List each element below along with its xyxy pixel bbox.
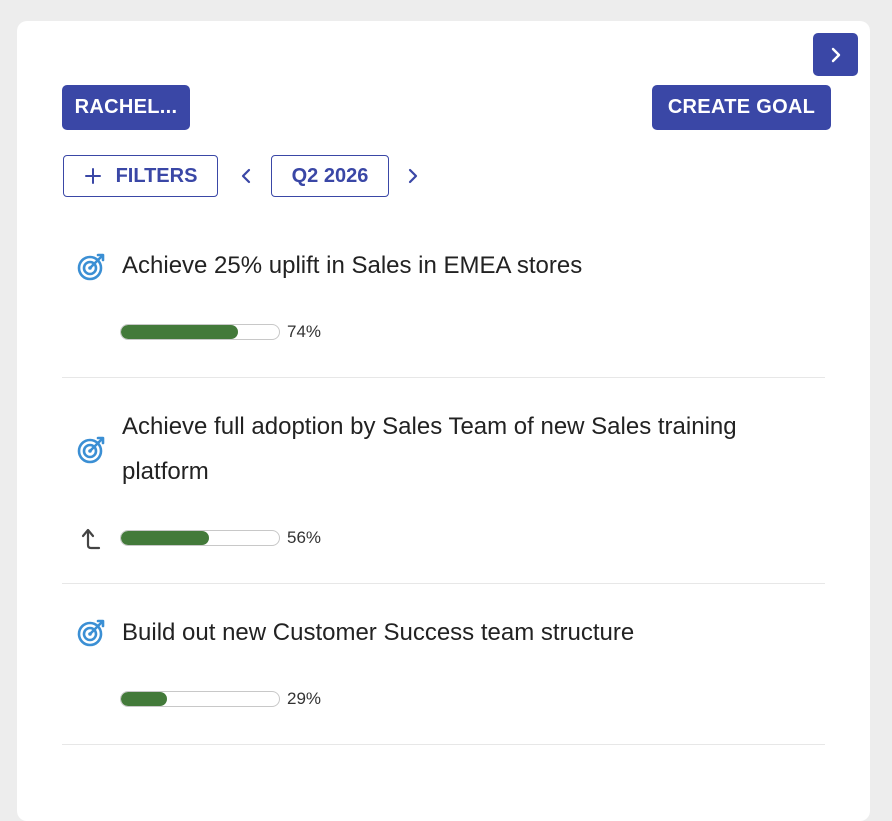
target-icon bbox=[77, 436, 105, 464]
goal-progress-bar bbox=[120, 691, 280, 707]
goal-progress-bar bbox=[120, 324, 280, 340]
target-icon bbox=[77, 253, 105, 281]
goal-title[interactable]: Build out new Customer Success team stru… bbox=[122, 610, 812, 655]
goal-progress-fill bbox=[121, 325, 238, 339]
chevron-right-icon bbox=[408, 168, 418, 184]
expand-panel-button[interactable] bbox=[813, 33, 858, 76]
previous-period-button[interactable] bbox=[234, 163, 260, 189]
user-filter-button[interactable]: RACHEL... bbox=[62, 85, 190, 130]
goal-divider bbox=[62, 377, 825, 378]
period-selector[interactable]: Q2 2026 bbox=[271, 155, 389, 197]
parent-link-icon[interactable] bbox=[78, 526, 104, 552]
plus-icon bbox=[84, 168, 101, 184]
goal-divider bbox=[62, 744, 825, 745]
filters-button[interactable]: FILTERS bbox=[63, 155, 218, 197]
next-period-button[interactable] bbox=[399, 163, 425, 189]
goal-progress-bar bbox=[120, 530, 280, 546]
goal-title[interactable]: Achieve 25% uplift in Sales in EMEA stor… bbox=[122, 243, 812, 288]
filters-label: FILTERS bbox=[115, 164, 198, 187]
goal-progress-fill bbox=[121, 531, 210, 545]
chevron-left-icon bbox=[241, 168, 251, 184]
goal-title[interactable]: Achieve full adoption by Sales Team of n… bbox=[122, 404, 812, 494]
goal-progress-fill bbox=[121, 692, 167, 706]
goal-progress-label: 74% bbox=[287, 322, 322, 341]
goal-progress-label: 56% bbox=[287, 528, 322, 547]
create-goal-button[interactable]: CREATE GOAL bbox=[652, 85, 831, 130]
target-icon bbox=[77, 619, 105, 647]
goal-divider bbox=[62, 583, 825, 584]
goal-progress-label: 29% bbox=[287, 689, 322, 708]
chevron-right-icon bbox=[831, 47, 840, 62]
